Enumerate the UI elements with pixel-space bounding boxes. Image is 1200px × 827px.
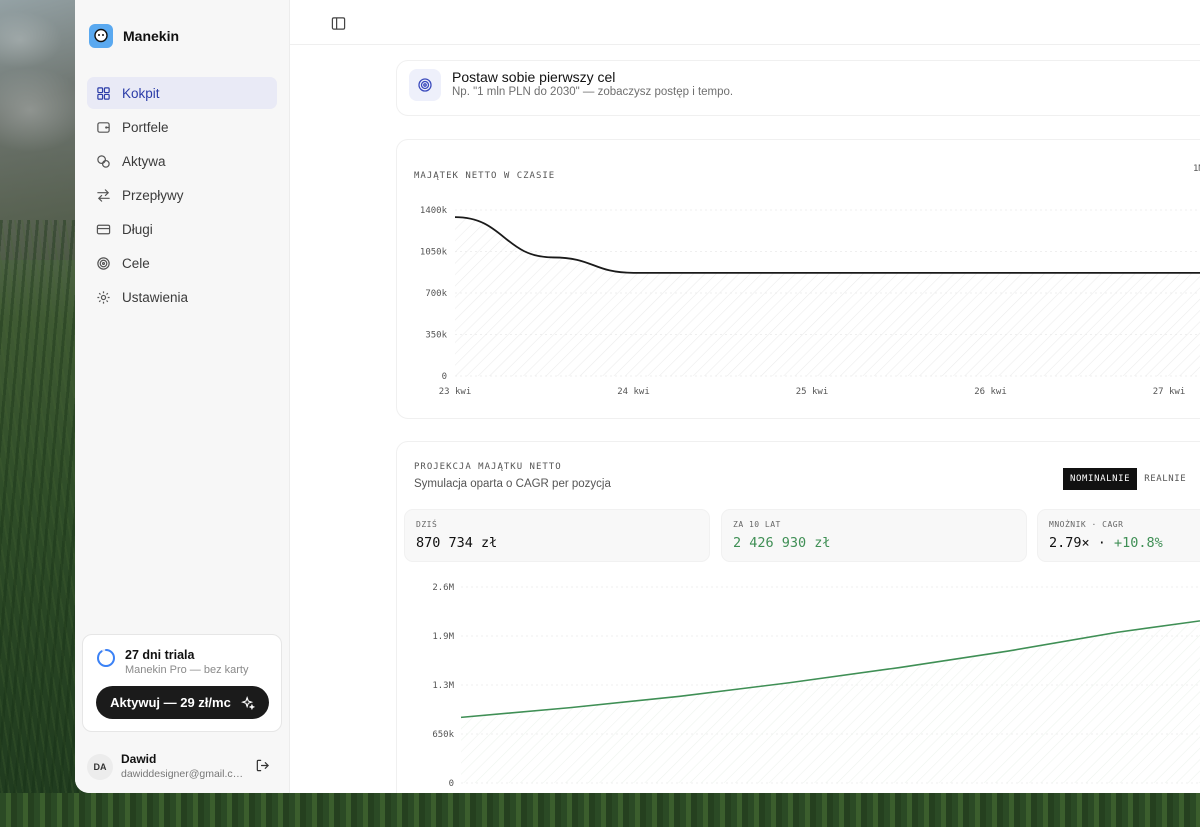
logout-icon[interactable] xyxy=(255,758,270,773)
sidebar-item-label: Kokpit xyxy=(122,85,160,101)
y-tick-label: 0 xyxy=(442,372,447,382)
brand[interactable]: Manekin xyxy=(89,24,179,48)
target-icon xyxy=(409,69,441,101)
x-tick-label: 25 kwi xyxy=(796,387,829,397)
sidebar-item-ustawienia[interactable]: Ustawienia xyxy=(87,281,277,313)
net-worth-chart: 1400k 1050k 700k 350k 0 23 kwi 24 kwi 25 kwi 26 … xyxy=(420,206,1200,397)
y-tick-label: 350k xyxy=(425,331,447,341)
sidebar-toggle-icon[interactable] xyxy=(331,16,346,31)
sidebar-item-label: Ustawienia xyxy=(122,289,189,305)
trial-card: 27 dni triala Manekin Pro — bez karty Ak… xyxy=(82,634,282,732)
area-fill xyxy=(455,217,1200,376)
user-email: dawiddesigner@gmail.com xyxy=(121,768,246,780)
target-icon xyxy=(97,256,110,270)
sidebar-nav: Kokpit Portfele Aktywa Przepływy Długi C… xyxy=(87,77,277,315)
net-worth-card: MAJĄTEK NETTO W CZASIE 1M 1400k1050k700k… xyxy=(396,139,1200,419)
y-tick-label: 1050k xyxy=(420,248,448,258)
x-tick-label: 27 kwi xyxy=(1153,387,1186,397)
user-name: Dawid xyxy=(121,752,157,766)
avatar: DA xyxy=(87,754,113,780)
trial-subtitle: Manekin Pro — bez karty xyxy=(125,664,249,676)
goal-title: Postaw sobie pierwszy cel xyxy=(452,69,616,85)
goal-prompt-card[interactable]: Postaw sobie pierwszy cel Np. "1 mln PLN… xyxy=(396,60,1200,116)
projection-card: PROJEKCJA MAJĄTKU NETTO Symulacja oparta… xyxy=(396,441,1200,793)
wallpaper-forest-bottom xyxy=(0,793,1200,827)
x-tick-label: 26 kwi xyxy=(974,387,1007,397)
x-tick-label: 23 kwi xyxy=(439,387,472,397)
y-tick-label: 2.6M xyxy=(432,583,454,593)
sidebar-item-label: Portfele xyxy=(122,119,169,135)
arrows-icon xyxy=(97,188,110,202)
sidebar: Manekin Kokpit Portfele Aktywa Przepływy xyxy=(75,0,290,793)
coins-icon xyxy=(97,154,110,168)
gear-icon xyxy=(97,290,110,304)
x-tick-label: 24 kwi xyxy=(617,387,650,397)
y-tick-label: 650k xyxy=(432,730,454,740)
user-profile[interactable]: DA Dawid dawiddesigner@gmail.com xyxy=(87,750,277,782)
goal-subtitle: Np. "1 mln PLN do 2030" — zobaczysz post… xyxy=(452,86,734,98)
sidebar-item-label: Przepływy xyxy=(122,187,184,203)
y-tick-label: 1400k xyxy=(420,206,448,216)
sidebar-item-label: Aktywa xyxy=(122,153,166,169)
sidebar-item-label: Cele xyxy=(122,255,150,271)
y-tick-label: 1.3M xyxy=(432,681,454,691)
y-tick-label: 1.9M xyxy=(432,632,454,642)
activate-button[interactable]: Aktywuj — 29 zł/mc xyxy=(96,686,269,719)
wallet-icon xyxy=(97,121,110,133)
projection-chart: 2.6M 1.9M 1.3M 650k 0 xyxy=(432,583,1200,789)
area-fill xyxy=(461,620,1200,783)
topbar xyxy=(290,0,1200,45)
sidebar-item-dlugi[interactable]: Długi xyxy=(87,213,277,245)
sidebar-item-portfele[interactable]: Portfele xyxy=(87,111,277,143)
sidebar-item-label: Długi xyxy=(122,221,153,237)
sidebar-item-aktywa[interactable]: Aktywa xyxy=(87,145,277,177)
dashboard-icon xyxy=(97,86,110,100)
manekin-logo-icon xyxy=(89,24,113,48)
sparkles-icon xyxy=(240,695,255,710)
credit-card-icon xyxy=(96,224,111,234)
sidebar-item-przeplywy[interactable]: Przepływy xyxy=(87,179,277,211)
trial-title: 27 dni triala xyxy=(125,648,195,662)
app-name: Manekin xyxy=(123,28,180,44)
activate-button-label: Aktywuj — 29 zł/mc xyxy=(110,695,231,710)
sidebar-item-cele[interactable]: Cele xyxy=(87,247,277,279)
main-content: Postaw sobie pierwszy cel Np. "1 mln PLN… xyxy=(290,0,1200,793)
app-window: Manekin Kokpit Portfele Aktywa Przepływy xyxy=(75,0,1200,793)
trial-progress-ring-icon xyxy=(97,649,115,667)
sidebar-item-kokpit[interactable]: Kokpit xyxy=(87,77,277,109)
y-tick-label: 0 xyxy=(449,779,454,789)
y-tick-label: 700k xyxy=(425,289,447,299)
